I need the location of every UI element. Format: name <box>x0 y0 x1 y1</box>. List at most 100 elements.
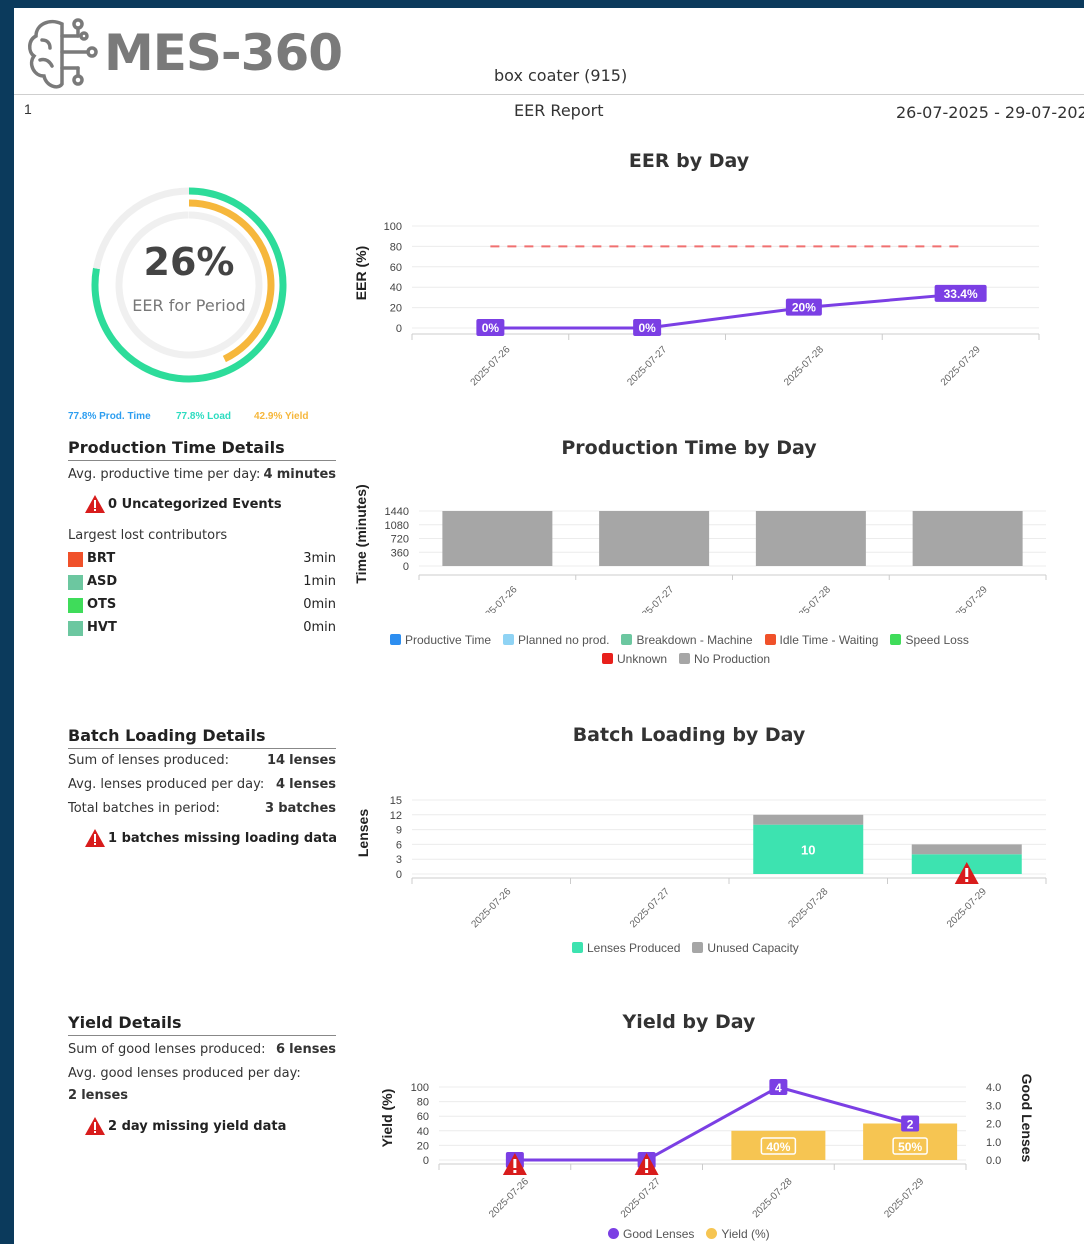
contributor-swatch <box>68 598 83 613</box>
yield-sum-label: Sum of good lenses produced: <box>68 1042 266 1057</box>
batch-detail-row: Sum of lenses produced: 14 lenses <box>68 753 336 771</box>
legend-item[interactable]: Unused Capacity <box>692 941 799 955</box>
batch-details-title: Batch Loading Details <box>68 726 266 745</box>
report-title: EER Report <box>514 101 604 120</box>
legend-label: Good Lenses <box>623 1227 695 1241</box>
legend-item[interactable]: Breakdown - Machine <box>621 633 753 647</box>
y2-tick-label: 0.0 <box>986 1155 1001 1167</box>
batch-chart-title: Batch Loading by Day <box>572 724 806 746</box>
legend-item[interactable]: Yield (%) <box>706 1227 770 1241</box>
yield-missing-warning: 2 day missing yield data <box>108 1119 287 1134</box>
batch-detail-value: 4 lenses <box>275 777 336 792</box>
y-tick-label: 80 <box>390 241 402 253</box>
warning-icon <box>85 1117 105 1135</box>
legend-swatch <box>572 942 583 953</box>
eer-gauge <box>74 170 287 383</box>
yield-details-divider <box>68 1035 336 1036</box>
batch-detail-label: Total batches in period: <box>68 801 220 816</box>
legend-label: Yield (%) <box>721 1227 770 1241</box>
contributor-row: OTS 0min <box>68 597 336 615</box>
y-tick-label: 0 <box>396 323 402 335</box>
yield-sum-row: Sum of good lenses produced: 6 lenses <box>68 1042 336 1060</box>
eer-point-label: 0% <box>638 321 656 335</box>
legend-prod-time: 77.8% Prod. Time <box>68 411 151 422</box>
legend-yield: 42.9% Yield <box>254 411 309 422</box>
legend-swatch <box>608 1228 619 1239</box>
production-chart-title: Production Time by Day <box>561 437 817 459</box>
y-tick-label: 360 <box>391 547 409 559</box>
y-axis-title: Lenses <box>355 809 371 857</box>
eer-by-day-chart: 0 20 40 60 80 100 0% 0% 20% 33.4% 2025-07-26 2025-0… <box>353 221 1040 388</box>
eer-line <box>490 292 961 330</box>
contributor-name: HVT <box>87 620 117 635</box>
production-details-divider <box>68 460 336 461</box>
eer-point-label: 0% <box>482 321 500 335</box>
x-tick-label: 2025-07-27 <box>625 344 669 388</box>
x-tick-label: 2025-07-27 <box>632 584 676 613</box>
legend-item[interactable]: Planned no prod. <box>503 633 609 647</box>
production-details-title: Production Time Details <box>68 438 285 457</box>
good-lenses-label: 2 <box>907 1118 914 1132</box>
legend-label: Unused Capacity <box>707 941 799 955</box>
contributor-name: BRT <box>87 551 116 566</box>
x-tick-label: 2025-07-29 <box>946 584 990 613</box>
legend-item[interactable]: Idle Time - Waiting <box>764 633 879 647</box>
contributor-value: 0min <box>303 620 336 635</box>
gauge-track-eer <box>115 211 263 359</box>
yield-avg-value: 2 lenses <box>68 1088 129 1103</box>
date-range: 26-07-2025 - 29-07-2025 <box>896 103 1084 122</box>
bar-value-label: 10 <box>801 842 815 857</box>
legend-swatch <box>679 653 691 664</box>
y-tick-label: 6 <box>396 839 402 851</box>
contributor-value: 0min <box>303 597 336 612</box>
yield-chart-title: Yield by Day <box>622 1011 756 1033</box>
y-tick-label: 20 <box>417 1140 429 1152</box>
contributor-row: ASD 1min <box>68 574 336 592</box>
x-tick-label: 2025-07-28 <box>789 584 833 613</box>
avg-productive-value: 4 minutes <box>263 467 336 482</box>
no-production-bar <box>912 511 1023 566</box>
yield-bar-label: 50% <box>898 1140 922 1154</box>
legend-label: Idle Time - Waiting <box>779 633 879 647</box>
y-tick-label: 60 <box>390 262 402 274</box>
y-tick-label: 40 <box>417 1126 429 1138</box>
legend-swatch <box>602 653 613 664</box>
batch-detail-row: Total batches in period: 3 batches <box>68 801 336 819</box>
legend-item[interactable]: Good Lenses <box>608 1227 694 1241</box>
contributor-swatch <box>68 621 83 636</box>
legend-item[interactable]: Productive Time <box>390 633 491 647</box>
x-tick-label: 2025-07-26 <box>469 344 513 388</box>
contributor-value: 3min <box>303 551 336 566</box>
y-tick-label: 40 <box>390 282 402 294</box>
y-tick-label: 12 <box>390 810 402 822</box>
y-tick-label: 100 <box>384 221 402 233</box>
no-production-bar <box>755 511 866 566</box>
brain-circuit-icon <box>28 18 98 89</box>
legend-item[interactable]: Unknown <box>602 652 667 666</box>
x-tick-label: 2025-07-27 <box>628 886 672 930</box>
yield-avg-value-row: 2 lenses <box>68 1088 336 1106</box>
eer-label: EER for Period <box>132 296 246 315</box>
batch-missing-warning: 1 batches missing loading data <box>108 831 337 846</box>
production-legend-row1: Productive Time Planned no prod. Breakdown… <box>390 633 981 647</box>
legend-item[interactable]: Lenses Produced <box>572 941 680 955</box>
y-tick-label: 15 <box>390 795 402 807</box>
production-legend-row2: Unknown No Production <box>602 652 782 666</box>
contributor-row: BRT 3min <box>68 551 336 569</box>
contributor-name: OTS <box>87 597 117 612</box>
legend-label: Breakdown - Machine <box>636 633 753 647</box>
machine-name: box coater (915) <box>494 66 628 85</box>
eer-point-label: 33.4% <box>944 287 978 301</box>
legend-label: Planned no prod. <box>518 633 610 647</box>
yield-by-day-chart: 0 20 40 60 80 100 0.0 1.0 2.0 3.0 4.0 40% 50% 4 2 2025-… <box>379 1074 1035 1221</box>
y-tick-label: 0 <box>423 1155 429 1167</box>
legend-item[interactable]: No Production <box>679 652 770 666</box>
y2-axis-title: Good Lenses <box>1019 1074 1035 1163</box>
legend-swatch <box>890 634 902 645</box>
legend-item[interactable]: Speed Loss <box>890 633 969 647</box>
production-time-chart: 0 360720 1080 1440 2025-07-26 2025-07-27 2025-… <box>353 484 1047 613</box>
x-tick-label: 2025-07-29 <box>945 886 989 930</box>
contributors-title-row: Largest lost contributors <box>68 528 336 546</box>
legend-label: Productive Time <box>405 633 492 647</box>
warning-icon <box>85 495 105 513</box>
